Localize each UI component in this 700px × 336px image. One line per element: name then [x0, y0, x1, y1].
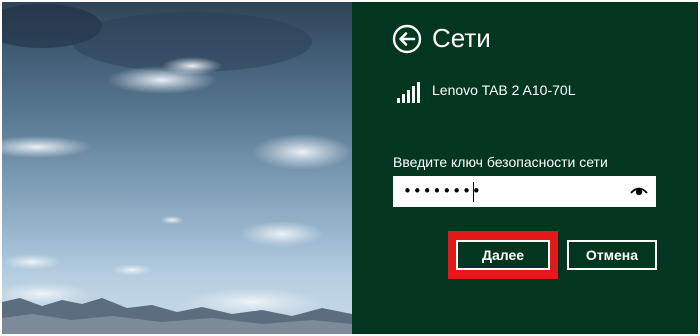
security-key-input[interactable]: •••••••• [393, 176, 656, 207]
background-photo [2, 2, 352, 334]
landscape-image [2, 4, 352, 334]
cancel-button[interactable]: Отмена [567, 240, 657, 270]
next-button[interactable]: Далее [456, 240, 550, 270]
text-caret [473, 182, 474, 202]
network-name: Lenovo TAB 2 A10-70L [432, 82, 576, 98]
back-arrow-icon [392, 24, 422, 54]
security-key-label: Введите ключ безопасности сети [393, 154, 608, 170]
eye-icon[interactable] [630, 185, 648, 197]
network-panel: Сети Lenovo TAB 2 A10-70L Введите ключ б… [352, 2, 698, 334]
security-key-value: •••••••• [403, 182, 482, 200]
page-title: Сети [432, 23, 491, 53]
wifi-signal-icon [397, 82, 420, 103]
screen: Сети Lenovo TAB 2 A10-70L Введите ключ б… [2, 2, 698, 334]
back-button[interactable] [392, 24, 422, 54]
